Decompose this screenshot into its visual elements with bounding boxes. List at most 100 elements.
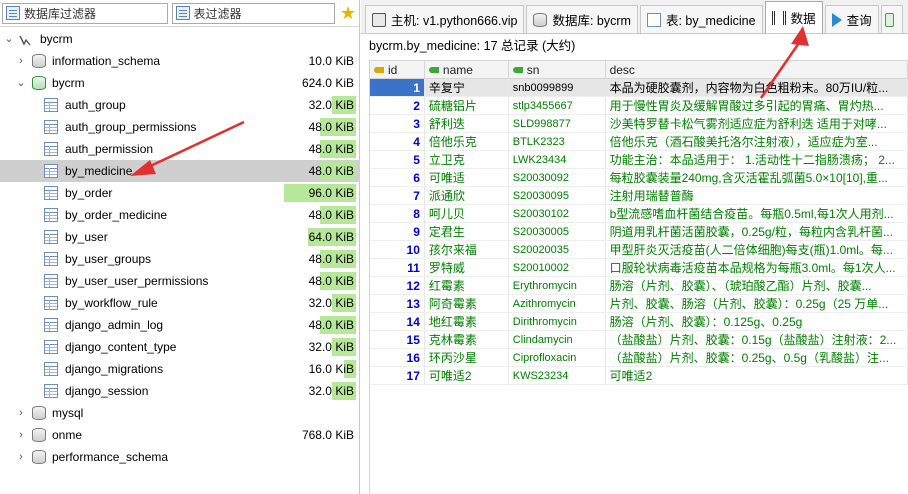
cell-name[interactable]: 立卫克 (424, 151, 509, 169)
cell-name[interactable]: 地红霉素 (424, 313, 509, 331)
cell-id[interactable]: 13 (370, 295, 425, 313)
tree-db-bycrm[interactable]: ⌄ bycrm 624.0 KiB (0, 72, 360, 94)
cell-name[interactable]: 红霉素 (424, 277, 509, 295)
cell-id[interactable]: 6 (370, 169, 425, 187)
tree-table-row[interactable]: auth_group 32.0 KiB (0, 94, 360, 116)
cell-desc[interactable]: 阴道用乳杆菌活菌胶囊，0.25g/粒，每粒内含乳杆菌... (605, 223, 908, 241)
cell-id[interactable]: 17 (370, 367, 425, 385)
expand-arrow-icon[interactable]: › (16, 424, 26, 446)
collapse-arrow-icon[interactable]: ⌄ (4, 28, 14, 50)
cell-id[interactable]: 9 (370, 223, 425, 241)
table-row[interactable]: 10 孩尔来福 S20020035 甲型肝炎灭活疫苗(人二倍体细胞)每支(瓶)1.0m… (370, 241, 908, 259)
tree-table-row[interactable]: django_content_type 32.0 KiB (0, 336, 360, 358)
data-grid[interactable]: id name sn desc 1 辛复宁 snb0099899 本品为硬胶囊剂，内容… (369, 60, 908, 494)
tree-table-row[interactable]: by_user_groups 48.0 KiB (0, 248, 360, 270)
tree-server-bycrm[interactable]: ⌄ bycrm (0, 28, 360, 50)
cell-desc[interactable]: 口服轮状病毒活疫苗本品规格为每瓶3.0ml。每1次人... (605, 259, 908, 277)
table-row[interactable]: 12 红霉素 Erythromycin 肠溶（片剂、胶囊）、（琥珀酸乙酯）片剂、胶囊.… (370, 277, 908, 295)
cell-id[interactable]: 16 (370, 349, 425, 367)
cell-name[interactable]: 硫糖铝片 (424, 97, 509, 115)
cell-desc[interactable]: 片剂、胶囊、肠溶（片剂、胶囊）：0.25g（25 万单... (605, 295, 908, 313)
cell-id[interactable]: 1 (370, 79, 425, 97)
tab-more[interactable] (880, 5, 903, 33)
cell-desc[interactable]: 可唯适2 (605, 367, 908, 385)
cell-name[interactable]: 可唯适 (424, 169, 509, 187)
cell-desc[interactable]: 每粒胶囊装量240mg,含灭活霍乱弧菌5.0×10[10],重... (605, 169, 908, 187)
cell-id[interactable]: 11 (370, 259, 425, 277)
table-row[interactable]: 15 克林霉素 Clindamycin （盐酸盐）片剂、胶囊：0.15g（盐酸盐）注射… (370, 331, 908, 349)
cell-sn[interactable]: BTLK2323 (508, 133, 606, 151)
cell-desc[interactable]: 倍他乐克（酒石酸美托洛尔注射液），适应症为室... (605, 133, 908, 151)
cell-sn[interactable]: S20020035 (508, 241, 606, 259)
cell-name[interactable]: 派通欣 (424, 187, 509, 205)
cell-id[interactable]: 4 (370, 133, 425, 151)
cell-sn[interactable]: S20030005 (508, 223, 606, 241)
favorite-star-icon[interactable]: ★ (339, 4, 357, 22)
tree-table-row[interactable]: django_session 32.0 KiB (0, 380, 360, 402)
table-row[interactable]: 2 硫糖铝片 stlp3455667 用于慢性胃炎及缓解胃酸过多引起的胃痛、胃灼热..… (370, 97, 908, 115)
table-row[interactable]: 14 地红霉素 Dirithromycin 肠溶（片剂、胶囊）：0.125g、0.25… (370, 313, 908, 331)
cell-sn[interactable]: Erythromycin (508, 277, 606, 295)
tree-table-row[interactable]: auth_group_permissions 48.0 KiB (0, 116, 360, 138)
cell-desc[interactable]: 用于慢性胃炎及缓解胃酸过多引起的胃痛、胃灼热... (605, 97, 908, 115)
expand-arrow-icon[interactable]: › (16, 50, 26, 72)
cell-name[interactable]: 舒利迭 (424, 115, 509, 133)
tree-db-information-schema[interactable]: › information_schema 10.0 KiB (0, 50, 360, 72)
cell-id[interactable]: 8 (370, 205, 425, 223)
tree-db-row[interactable]: › mysql (0, 402, 360, 424)
collapse-arrow-icon[interactable]: ⌄ (16, 72, 26, 94)
cell-sn[interactable]: Ciprofloxacin (508, 349, 606, 367)
cell-id[interactable]: 2 (370, 97, 425, 115)
cell-sn[interactable]: S20010002 (508, 259, 606, 277)
cell-name[interactable]: 克林霉素 (424, 331, 509, 349)
database-filter-input[interactable]: 数据库过滤器 (2, 2, 168, 24)
tab-query[interactable]: 查询 (824, 5, 879, 33)
cell-name[interactable]: 孩尔来福 (424, 241, 509, 259)
column-header-sn[interactable]: sn (509, 61, 606, 78)
tree-table-row[interactable]: by_user 64.0 KiB (0, 226, 360, 248)
cell-id[interactable]: 3 (370, 115, 425, 133)
tab-table[interactable]: 表: by_medicine (639, 5, 763, 33)
cell-id[interactable]: 10 (370, 241, 425, 259)
tree-table-row[interactable]: by_workflow_rule 32.0 KiB (0, 292, 360, 314)
cell-sn[interactable]: Azithromycin (508, 295, 606, 313)
cell-id[interactable]: 15 (370, 331, 425, 349)
cell-id[interactable]: 12 (370, 277, 425, 295)
cell-sn[interactable]: KWS23234 (508, 367, 606, 385)
tree-table-row[interactable]: by_medicine 48.0 KiB (0, 160, 360, 182)
cell-sn[interactable]: snb0099899 (508, 79, 606, 97)
tree-db-row[interactable]: › performance_schema (0, 446, 360, 468)
cell-name[interactable]: 呵儿贝 (424, 205, 509, 223)
tree-table-row[interactable]: django_migrations 16.0 KiB (0, 358, 360, 380)
table-row[interactable]: 1 辛复宁 snb0099899 本品为硬胶囊剂，内容物为白色粗粉末。80万IU/粒.… (370, 79, 908, 97)
table-row[interactable]: 8 呵儿贝 S20030102 b型流感嗜血杆菌结合疫苗。每瓶0.5ml,每1次人用剂… (370, 205, 908, 223)
tree-db-row[interactable]: › onme 768.0 KiB (0, 424, 360, 446)
cell-name[interactable]: 环丙沙星 (424, 349, 509, 367)
cell-id[interactable]: 7 (370, 187, 425, 205)
cell-name[interactable]: 罗特威 (424, 259, 509, 277)
expand-arrow-icon[interactable]: › (16, 446, 26, 468)
column-header-desc[interactable]: desc (606, 61, 908, 78)
table-row[interactable]: 16 环丙沙星 Ciprofloxacin （盐酸盐）片剂、胶囊：0.25g、0.5g… (370, 349, 908, 367)
column-header-id[interactable]: id (370, 61, 425, 78)
column-header-name[interactable]: name (425, 61, 509, 78)
tree-table-row[interactable]: by_user_user_permissions 48.0 KiB (0, 270, 360, 292)
cell-id[interactable]: 14 (370, 313, 425, 331)
tab-host[interactable]: 主机: v1.python666.vip (365, 5, 525, 33)
expand-arrow-icon[interactable]: › (16, 402, 26, 424)
cell-desc[interactable]: 肠溶（片剂、胶囊）：0.125g、0.25g (605, 313, 908, 331)
cell-sn[interactable]: Clindamycin (508, 331, 606, 349)
cell-sn[interactable]: S20030092 (508, 169, 606, 187)
table-row[interactable]: 6 可唯适 S20030092 每粒胶囊装量240mg,含灭活霍乱弧菌5.0×10[1… (370, 169, 908, 187)
tree-table-row[interactable]: auth_permission 48.0 KiB (0, 138, 360, 160)
cell-name[interactable]: 阿奇霉素 (424, 295, 509, 313)
cell-desc[interactable]: b型流感嗜血杆菌结合疫苗。每瓶0.5ml,每1次人用剂... (605, 205, 908, 223)
cell-desc[interactable]: （盐酸盐）片剂、胶囊：0.25g、0.5g（乳酸盐）注... (605, 349, 908, 367)
tab-data[interactable]: 数据 (764, 1, 823, 33)
tree-table-row[interactable]: by_order_medicine 48.0 KiB (0, 204, 360, 226)
table-row[interactable]: 5 立卫克 LWK23434 功能主治：本品适用于： 1.活动性十二指肠溃疡； 2..… (370, 151, 908, 169)
table-row[interactable]: 7 派通欣 S20030095 注射用瑞替普酶 (370, 187, 908, 205)
table-row[interactable]: 4 倍他乐克 BTLK2323 倍他乐克（酒石酸美托洛尔注射液），适应症为室... (370, 133, 908, 151)
table-row[interactable]: 17 可唯适2 KWS23234 可唯适2 (370, 367, 908, 385)
table-row[interactable]: 3 舒利迭 SLD998877 沙美特罗替卡松气雾剂适应症为舒利迭 适用于对哮... (370, 115, 908, 133)
